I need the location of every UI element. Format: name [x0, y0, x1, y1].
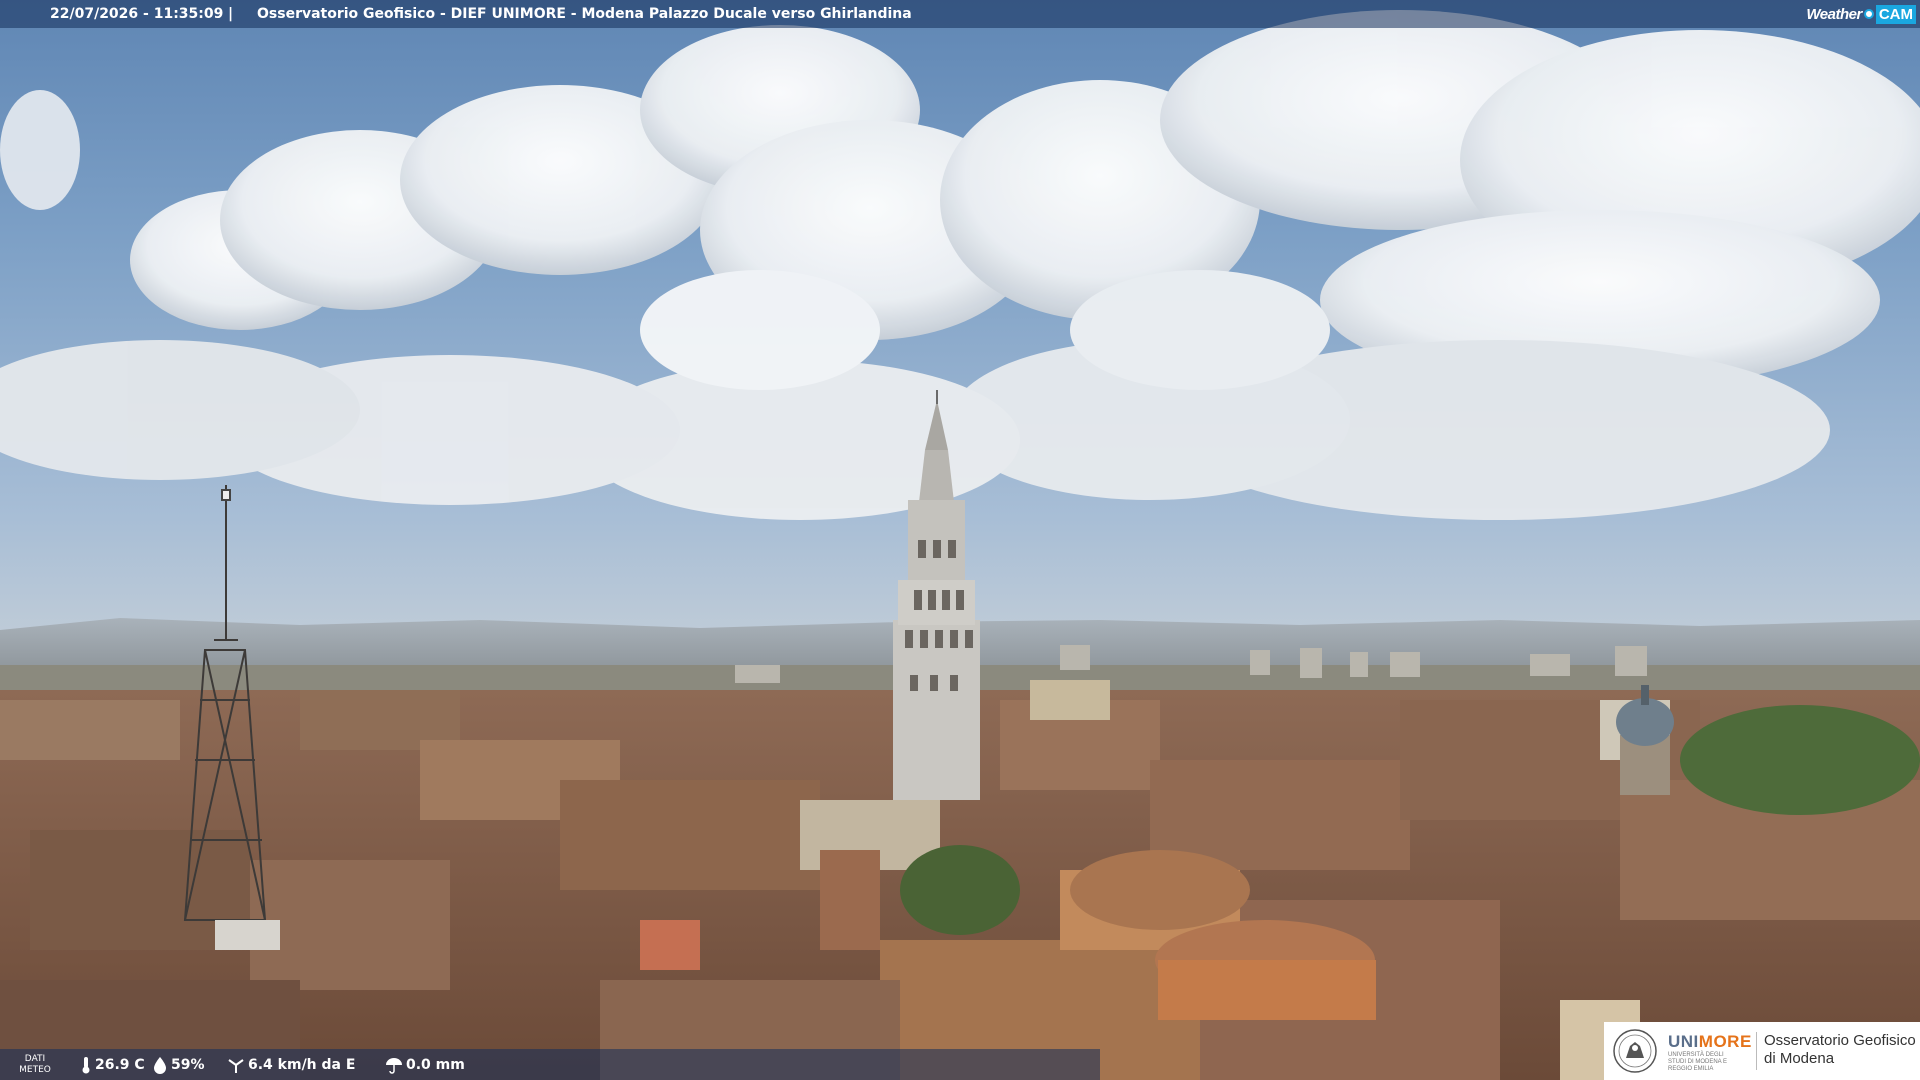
antenna-base — [215, 920, 280, 950]
umbrella-icon — [386, 1058, 402, 1074]
logo-divider — [1756, 1032, 1757, 1070]
weather-data-bar: DATI METEO 26.9 C 59% 6.4 km/h da E 0.0 … — [0, 1049, 1100, 1080]
trees-center — [900, 845, 1020, 935]
rain-reading: 0.0 mm — [385, 1056, 465, 1074]
logo-dot-icon — [1863, 9, 1874, 19]
weathercam-logo[interactable]: Weather CAM — [1798, 0, 1920, 28]
wind-icon — [228, 1059, 244, 1073]
wind-value: 6.4 km/h da E — [248, 1057, 356, 1073]
city-skyline-illustration — [0, 10, 1920, 1080]
unimore-subtitle: UNIVERSITÀ DEGLI STUDI DI MODENA E REGGI… — [1668, 1052, 1728, 1072]
droplet-icon — [154, 1057, 166, 1074]
humidity-reading: 59% — [152, 1056, 205, 1074]
logo-weather-text: Weather — [1806, 5, 1862, 23]
unimore-wordmark: UNIMORE — [1668, 1032, 1752, 1051]
wind-reading: 6.4 km/h da E — [227, 1056, 355, 1074]
humidity-value: 59% — [171, 1057, 205, 1073]
thermometer-icon — [82, 1057, 90, 1074]
camera-title: Osservatorio Geofisico - DIEF UNIMORE - … — [257, 6, 912, 22]
top-banner: 22/07/2026 - 11:35:09 | Osservatorio Geo… — [0, 0, 1920, 28]
timestamp: 22/07/2026 - 11:35:09 — [50, 6, 224, 22]
unimore-logo[interactable]: UNIMORE UNIVERSITÀ DEGLI STUDI DI MODENA… — [1604, 1022, 1920, 1080]
temperature-reading: 26.9 C — [80, 1056, 145, 1074]
webcam-image — [0, 0, 1920, 1080]
logo-cam-text: CAM — [1875, 4, 1916, 24]
banner-separator: | — [228, 6, 234, 22]
clouds — [0, 10, 1920, 520]
observatory-name: Osservatorio Geofisico di Modena — [1764, 1032, 1916, 1067]
university-seal-icon — [1613, 1029, 1657, 1073]
trees-right — [1680, 705, 1920, 815]
rain-value: 0.0 mm — [406, 1057, 465, 1073]
temperature-value: 26.9 C — [95, 1057, 145, 1073]
weather-data-label: DATI METEO — [19, 1054, 51, 1075]
